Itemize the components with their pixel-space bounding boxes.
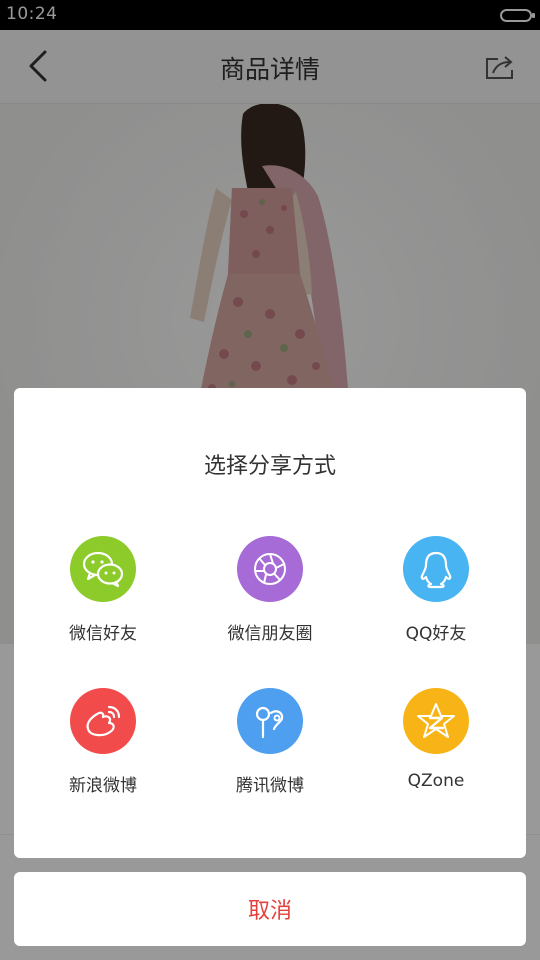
share-label: QZone — [407, 771, 465, 791]
share-option-tencent-weibo[interactable]: 腾讯微博 — [185, 688, 355, 808]
share-label: 腾讯微博 — [236, 776, 304, 796]
share-option-wechat-friend[interactable]: 微信好友 — [18, 536, 188, 656]
wechat-icon — [70, 536, 136, 602]
dialog-title: 选择分享方式 — [203, 454, 336, 479]
share-label: QQ好友 — [405, 624, 467, 644]
cancel-label: 取消 — [247, 899, 292, 924]
share-option-qzone[interactable]: QZone — [351, 688, 521, 808]
share-dialog: 选择分享方式 微信好友 微信朋友圈 QQ好友 新浪微博 腾讯微博 QZone — [14, 388, 526, 858]
tencent-weibo-icon — [237, 688, 303, 754]
moments-icon — [237, 536, 303, 602]
share-label: 微信好友 — [69, 624, 137, 644]
cancel-button[interactable]: 取消 — [14, 872, 526, 946]
share-option-wechat-moments[interactable]: 微信朋友圈 — [185, 536, 355, 656]
share-label: 微信朋友圈 — [227, 624, 313, 644]
qq-icon — [403, 536, 469, 602]
share-label: 新浪微博 — [69, 776, 137, 796]
share-option-sina-weibo[interactable]: 新浪微博 — [18, 688, 188, 808]
share-option-qq-friend[interactable]: QQ好友 — [351, 536, 521, 656]
qzone-icon — [403, 688, 469, 754]
weibo-icon — [70, 688, 136, 754]
